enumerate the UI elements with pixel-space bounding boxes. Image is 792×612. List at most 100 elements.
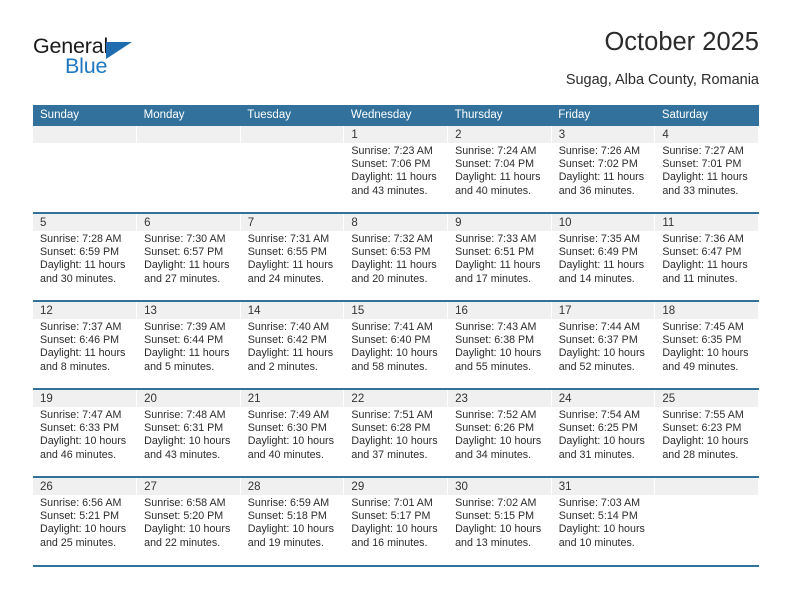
- day-cell-empty: [654, 495, 759, 565]
- day-number[interactable]: 31: [551, 476, 656, 495]
- sunset-time: Sunset: 6:44 PM: [144, 334, 224, 347]
- sunrise-time: Sunrise: 7:48 AM: [144, 409, 226, 421]
- generalblue-logo[interactable]: General Blue: [33, 35, 233, 92]
- sunrise-time: Sunrise: 7:37 AM: [40, 321, 122, 333]
- day-cell[interactable]: Sunrise: 7:28 AM Sunset: 6:59 PM Daylight:…: [33, 231, 138, 301]
- day-cell[interactable]: Sunrise: 7:03 AM Sunset: 5:14 PM Daylight:…: [551, 495, 656, 565]
- day-number[interactable]: 1: [343, 126, 449, 143]
- sunset-time: Sunset: 6:51 PM: [455, 246, 535, 259]
- day-cell[interactable]: Sunrise: 7:36 AM Sunset: 6:47 PM Daylight:…: [654, 231, 759, 301]
- day-number[interactable]: 16: [447, 300, 552, 319]
- day-cell[interactable]: Sunrise: 7:52 AM Sunset: 6:26 PM Daylight:…: [447, 407, 552, 477]
- day-cell[interactable]: Sunrise: 7:31 AM Sunset: 6:55 PM Daylight:…: [240, 231, 345, 301]
- day-number[interactable]: 30: [447, 476, 552, 495]
- sunset-time: Sunset: 5:21 PM: [40, 510, 120, 523]
- day-number[interactable]: 25: [654, 388, 759, 407]
- weekday-header-saturday: Saturday: [654, 105, 759, 126]
- day-cell[interactable]: Sunrise: 7:55 AM Sunset: 6:23 PM Daylight:…: [654, 407, 759, 477]
- daylight-duration-line1: Daylight: 10 hours: [247, 523, 334, 536]
- day-number[interactable]: 15: [343, 300, 449, 319]
- day-number[interactable]: 6: [136, 212, 241, 231]
- day-number[interactable]: 14: [240, 300, 345, 319]
- daylight-duration-line2: and 14 minutes.: [558, 272, 635, 285]
- week-detail-row: Sunrise: 7:28 AM Sunset: 6:59 PM Daylight:…: [33, 231, 759, 301]
- day-cell[interactable]: Sunrise: 7:32 AM Sunset: 6:53 PM Daylight:…: [343, 231, 449, 301]
- calendar-header-row: Sunday Monday Tuesday Wednesday Thursday Frid…: [33, 105, 759, 126]
- daylight-duration-line2: and 43 minutes.: [351, 184, 428, 197]
- day-cell[interactable]: Sunrise: 7:43 AM Sunset: 6:38 PM Daylight:…: [447, 319, 552, 389]
- day-number[interactable]: 20: [136, 388, 241, 407]
- daylight-duration-line1: Daylight: 10 hours: [558, 435, 645, 448]
- day-number[interactable]: 4: [654, 126, 759, 143]
- daylight-duration-line1: Daylight: 11 hours: [351, 171, 437, 184]
- day-cell[interactable]: Sunrise: 7:48 AM Sunset: 6:31 PM Daylight:…: [136, 407, 241, 477]
- day-cell[interactable]: Sunrise: 7:35 AM Sunset: 6:49 PM Daylight:…: [551, 231, 656, 301]
- day-cell[interactable]: Sunrise: 7:54 AM Sunset: 6:25 PM Daylight:…: [551, 407, 656, 477]
- calendar-table: Sunday Monday Tuesday Wednesday Thursday Frid…: [33, 105, 759, 565]
- day-number[interactable]: 22: [343, 388, 449, 407]
- blue-triangle-icon: [106, 42, 132, 59]
- daylight-duration-line1: Daylight: 11 hours: [40, 259, 126, 272]
- daylight-duration-line1: Daylight: 11 hours: [144, 347, 230, 360]
- daylight-duration-line1: Daylight: 11 hours: [662, 259, 748, 272]
- day-number[interactable]: 21: [240, 388, 345, 407]
- week-detail-row: Sunrise: 7:37 AM Sunset: 6:46 PM Daylight:…: [33, 319, 759, 389]
- day-number[interactable]: 17: [551, 300, 656, 319]
- day-cell[interactable]: Sunrise: 7:26 AM Sunset: 7:02 PM Daylight:…: [551, 143, 656, 213]
- day-number[interactable]: 2: [447, 126, 552, 143]
- day-cell[interactable]: Sunrise: 7:39 AM Sunset: 6:44 PM Daylight:…: [136, 319, 241, 389]
- day-cell[interactable]: Sunrise: 7:24 AM Sunset: 7:04 PM Daylight:…: [447, 143, 552, 213]
- day-cell[interactable]: Sunrise: 7:41 AM Sunset: 6:40 PM Daylight:…: [343, 319, 449, 389]
- daylight-duration-line1: Daylight: 11 hours: [40, 347, 126, 360]
- day-number[interactable]: 28: [240, 476, 345, 495]
- day-cell[interactable]: Sunrise: 7:01 AM Sunset: 5:17 PM Daylight:…: [343, 495, 449, 565]
- day-cell[interactable]: Sunrise: 7:23 AM Sunset: 7:06 PM Daylight:…: [343, 143, 449, 213]
- day-number[interactable]: 19: [33, 388, 138, 407]
- day-cell[interactable]: Sunrise: 7:33 AM Sunset: 6:51 PM Daylight:…: [447, 231, 552, 301]
- day-cell[interactable]: Sunrise: 7:40 AM Sunset: 6:42 PM Daylight:…: [240, 319, 345, 389]
- sunset-time: Sunset: 6:47 PM: [662, 246, 742, 259]
- day-cell[interactable]: Sunrise: 7:47 AM Sunset: 6:33 PM Daylight:…: [33, 407, 138, 477]
- day-number[interactable]: 5: [33, 212, 138, 231]
- day-cell[interactable]: Sunrise: 7:30 AM Sunset: 6:57 PM Daylight:…: [136, 231, 241, 301]
- day-cell[interactable]: Sunrise: 7:37 AM Sunset: 6:46 PM Daylight:…: [33, 319, 138, 389]
- day-number[interactable]: 24: [551, 388, 656, 407]
- calendar-page: General Blue October 2025 Sugag, Alba Co…: [0, 0, 792, 612]
- daylight-duration-line2: and 30 minutes.: [40, 272, 117, 285]
- day-number[interactable]: 13: [136, 300, 241, 319]
- day-cell[interactable]: Sunrise: 6:59 AM Sunset: 5:18 PM Daylight:…: [240, 495, 345, 565]
- day-number[interactable]: 12: [33, 300, 138, 319]
- day-number[interactable]: 10: [551, 212, 656, 231]
- day-cell[interactable]: Sunrise: 7:45 AM Sunset: 6:35 PM Daylight:…: [654, 319, 759, 389]
- day-number[interactable]: 3: [551, 126, 656, 143]
- daylight-duration-line2: and 33 minutes.: [662, 184, 739, 197]
- day-cell[interactable]: Sunrise: 7:02 AM Sunset: 5:15 PM Daylight:…: [447, 495, 552, 565]
- day-number[interactable]: 23: [447, 388, 552, 407]
- sunrise-time: Sunrise: 7:49 AM: [247, 409, 330, 421]
- day-number[interactable]: 8: [343, 212, 449, 231]
- day-number[interactable]: 26: [33, 476, 138, 495]
- day-number[interactable]: 9: [447, 212, 552, 231]
- day-cell[interactable]: Sunrise: 6:58 AM Sunset: 5:20 PM Daylight:…: [136, 495, 241, 565]
- daylight-duration-line2: and 27 minutes.: [144, 272, 221, 285]
- weekday-header-sunday: Sunday: [33, 105, 137, 126]
- day-cell[interactable]: Sunrise: 7:27 AM Sunset: 7:01 PM Daylight:…: [654, 143, 759, 213]
- sunset-time: Sunset: 5:18 PM: [247, 510, 327, 523]
- weekday-header-tuesday: Tuesday: [240, 105, 344, 126]
- daylight-duration-line1: Daylight: 10 hours: [351, 523, 438, 536]
- weekday-header-wednesday: Wednesday: [343, 105, 448, 126]
- day-cell[interactable]: Sunrise: 7:44 AM Sunset: 6:37 PM Daylight:…: [551, 319, 656, 389]
- day-number[interactable]: 29: [343, 476, 449, 495]
- daylight-duration-line2: and 2 minutes.: [247, 360, 318, 373]
- day-cell[interactable]: Sunrise: 7:51 AM Sunset: 6:28 PM Daylight:…: [343, 407, 449, 477]
- day-number[interactable]: 18: [654, 300, 759, 319]
- daylight-duration-line1: Daylight: 11 hours: [144, 259, 230, 272]
- day-cell[interactable]: Sunrise: 6:56 AM Sunset: 5:21 PM Daylight:…: [33, 495, 138, 565]
- daylight-duration-line2: and 58 minutes.: [351, 360, 428, 373]
- day-cell-empty: [240, 143, 345, 213]
- day-number[interactable]: 7: [240, 212, 345, 231]
- day-cell[interactable]: Sunrise: 7:49 AM Sunset: 6:30 PM Daylight:…: [240, 407, 345, 477]
- day-number[interactable]: 27: [136, 476, 241, 495]
- sunset-time: Sunset: 6:59 PM: [40, 246, 120, 259]
- day-number[interactable]: 11: [654, 212, 759, 231]
